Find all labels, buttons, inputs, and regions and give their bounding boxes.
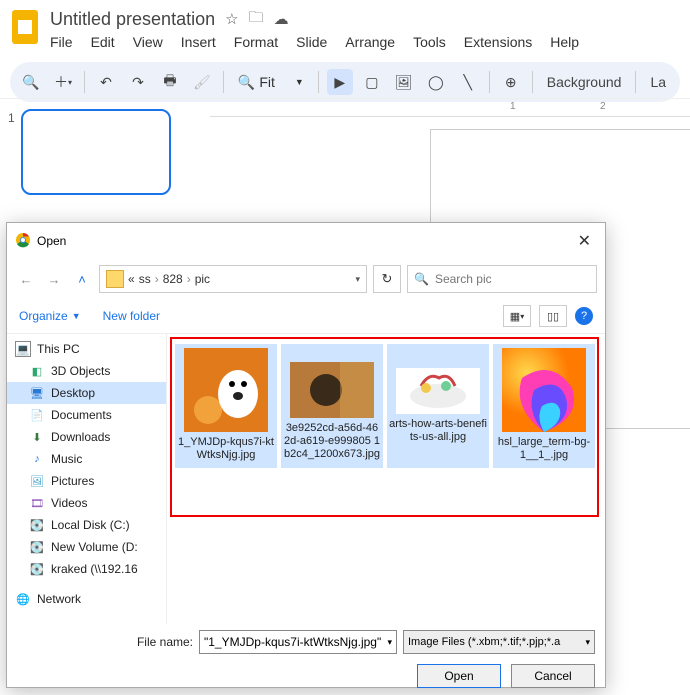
dialog-toolbar: Organize ▼ New folder ▦ ▾ ▯▯ ? <box>7 299 605 334</box>
search-icon: 🔍 <box>414 272 429 286</box>
move-icon[interactable]: 🗀 <box>249 7 264 32</box>
tree-network[interactable]: 🌐Network <box>7 588 166 610</box>
redo-icon[interactable]: ↷ <box>125 69 151 95</box>
star-icon[interactable]: ☆ <box>225 10 238 28</box>
tree-videos[interactable]: 🎞Videos <box>7 492 166 514</box>
menu-help[interactable]: Help <box>550 34 579 50</box>
line-icon[interactable]: ╲ <box>455 69 481 95</box>
menu-tools[interactable]: Tools <box>413 34 446 50</box>
file-open-dialog: Open ✕ ← → ˄ « ss› 828› pic ▾ ↻ 🔍 Search… <box>6 222 606 688</box>
search-icon[interactable]: 🔍 <box>18 69 44 95</box>
textbox-icon[interactable]: ▢ <box>359 69 385 95</box>
back-icon[interactable]: ← <box>15 268 37 290</box>
new-slide-icon[interactable]: ＋▾ <box>50 69 76 95</box>
menubar: File Edit View Insert Format Slide Arran… <box>50 34 680 50</box>
paint-format-icon[interactable]: 🖌 <box>189 69 215 95</box>
file-type-filter[interactable]: Image Files (*.xbm;*.tif;*.pjp;*.a ▾ <box>403 630 595 654</box>
tree-new-volume-d[interactable]: 💽New Volume (D: <box>7 536 166 558</box>
cloud-icon[interactable]: ☁ <box>274 10 289 28</box>
shape-icon[interactable]: ◯ <box>423 69 449 95</box>
search-input[interactable]: 🔍 Search pic <box>407 265 597 293</box>
tree-3d-objects[interactable]: ◧3D Objects <box>7 360 166 382</box>
slides-header: Untitled presentation ☆ 🗀 ☁ File Edit Vi… <box>0 0 690 54</box>
chevron-down-icon[interactable]: ▾ <box>387 637 392 648</box>
tree-desktop[interactable]: 🖥Desktop <box>7 382 166 404</box>
layout-button[interactable]: La <box>644 74 672 90</box>
up-icon[interactable]: ˄ <box>71 268 93 290</box>
dialog-main: 💻This PC ◧3D Objects 🖥Desktop 📄Documents… <box>7 334 605 624</box>
new-folder-button[interactable]: New folder <box>103 309 160 323</box>
tree-documents[interactable]: 📄Documents <box>7 404 166 426</box>
organize-button[interactable]: Organize ▼ <box>19 309 81 323</box>
dialog-nav: ← → ˄ « ss› 828› pic ▾ ↻ 🔍 Search pic <box>7 259 605 299</box>
filename-input[interactable]: "1_YMJDp-kqus7i-ktWtksNjg.jpg" ▾ <box>199 630 397 654</box>
file-pane[interactable]: 1_YMJDp-kqus7i-ktWtksNjg.jpg 3e9252cd-a5… <box>167 334 605 624</box>
open-button[interactable]: Open <box>417 664 501 688</box>
tree-music[interactable]: ♪Music <box>7 448 166 470</box>
comment-icon[interactable]: ⊕ <box>498 69 524 95</box>
view-mode-button[interactable]: ▦ ▾ <box>503 305 531 327</box>
filename-label: File name: <box>137 635 193 649</box>
slide-thumbnail[interactable] <box>21 109 171 195</box>
dialog-bottom: File name: "1_YMJDp-kqus7i-ktWtksNjg.jpg… <box>7 624 605 694</box>
cancel-button[interactable]: Cancel <box>511 664 595 688</box>
folder-icon <box>106 270 124 288</box>
menu-view[interactable]: View <box>133 34 163 50</box>
background-button[interactable]: Background <box>541 74 628 90</box>
menu-extensions[interactable]: Extensions <box>464 34 532 50</box>
slides-logo-icon <box>10 8 40 46</box>
preview-pane-button[interactable]: ▯▯ <box>539 305 567 327</box>
tree-this-pc[interactable]: 💻This PC <box>7 338 166 360</box>
dialog-title: Open <box>37 234 66 248</box>
doc-title[interactable]: Untitled presentation <box>50 9 215 30</box>
menu-format[interactable]: Format <box>234 34 278 50</box>
forward-icon[interactable]: → <box>43 268 65 290</box>
print-icon[interactable]: 🖶 <box>157 69 183 95</box>
slide-number: 1 <box>8 109 15 125</box>
select-tool-icon[interactable]: ▶ <box>327 69 353 95</box>
annotation-highlight <box>170 337 599 517</box>
tree-downloads[interactable]: ⬇Downloads <box>7 426 166 448</box>
help-icon[interactable]: ? <box>575 307 593 325</box>
tree-pictures[interactable]: 🖼Pictures <box>7 470 166 492</box>
menu-insert[interactable]: Insert <box>181 34 216 50</box>
chevron-down-icon[interactable]: ▾ <box>355 274 360 285</box>
zoom-fit[interactable]: 🔍 Fit ▼ <box>232 74 310 91</box>
menu-arrange[interactable]: Arrange <box>345 34 395 50</box>
nav-tree: 💻This PC ◧3D Objects 🖥Desktop 📄Documents… <box>7 334 167 624</box>
tree-local-disk-c[interactable]: 💽Local Disk (C:) <box>7 514 166 536</box>
ruler-horizontal: 1 2 <box>210 99 690 117</box>
menu-file[interactable]: File <box>50 34 73 50</box>
address-bar[interactable]: « ss› 828› pic ▾ <box>99 265 367 293</box>
menu-slide[interactable]: Slide <box>296 34 327 50</box>
refresh-icon[interactable]: ↻ <box>373 265 401 293</box>
image-icon[interactable]: 🖼 <box>391 69 417 95</box>
chrome-icon <box>15 232 31 251</box>
undo-icon[interactable]: ↶ <box>93 69 119 95</box>
tree-kraked[interactable]: 💽kraked (\\192.16 <box>7 558 166 580</box>
chevron-down-icon[interactable]: ▾ <box>585 637 590 648</box>
toolbar: 🔍 ＋▾ ↶ ↷ 🖶 🖌 🔍 Fit ▼ ▶ ▢ 🖼 ◯ ╲ ⊕ Backgro… <box>10 62 680 102</box>
close-icon[interactable]: ✕ <box>572 229 597 253</box>
dialog-titlebar: Open ✕ <box>7 223 605 259</box>
menu-edit[interactable]: Edit <box>91 34 115 50</box>
